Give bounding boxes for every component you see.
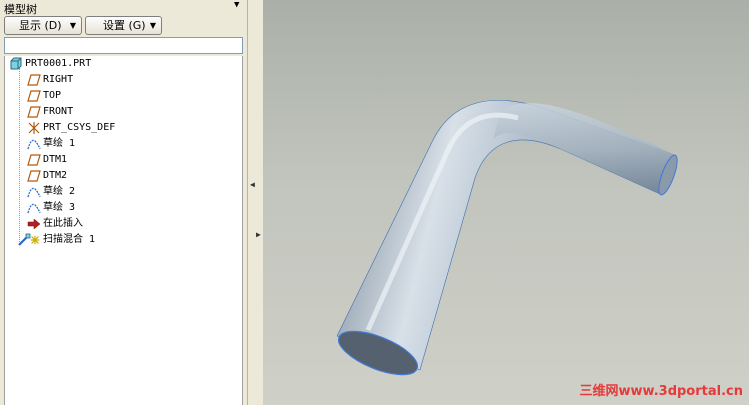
panel-title: 模型树 — [4, 3, 37, 16]
tree-item-label: 扫描混合 1 — [43, 234, 96, 245]
datum-plane-icon — [27, 106, 41, 118]
graphics-viewport[interactable]: 三维网www.3dportal.cn — [263, 0, 749, 405]
tree-item-label: DTM1 — [43, 154, 68, 165]
settings-button-label: 设置 (G) — [103, 19, 146, 32]
sketch-icon — [27, 187, 41, 198]
datum-plane-icon — [27, 90, 41, 102]
settings-menu-button[interactable]: 设置 (G) ▼ — [85, 16, 162, 35]
insert-here-arrow-icon — [27, 218, 41, 230]
panel-header: 模型树 ▼ — [0, 0, 247, 16]
part-icon — [10, 57, 22, 70]
tree-item-label: FRONT — [43, 106, 74, 117]
sketch-icon — [27, 203, 41, 214]
datum-plane-icon — [27, 170, 41, 182]
coordinate-system-icon — [28, 122, 40, 134]
bent-tube-model — [336, 99, 678, 376]
model-tree-panel: 模型树 ▼ 显示 (D) ▼ 设置 (G) ▼ PRT0001.PRT RIGH… — [0, 0, 247, 405]
tree-item-label: TOP — [43, 90, 62, 101]
panel-splitter[interactable]: ◀ ▶ — [247, 0, 263, 405]
display-menu-button[interactable]: 显示 (D) ▼ — [4, 16, 82, 35]
sketch-icon — [27, 139, 41, 150]
tree-item-label: 草绘 1 — [43, 138, 76, 149]
display-button-label: 显示 (D) — [19, 19, 62, 32]
tree-item-label: 草绘 3 — [43, 202, 76, 213]
tree-filter-input[interactable] — [4, 37, 243, 54]
collapse-triangle-icon[interactable]: ▼ — [234, 0, 239, 10]
tree-item-label: RIGHT — [43, 74, 74, 85]
chevron-down-icon: ▼ — [149, 21, 156, 30]
tree-item-label: 在此插入 — [43, 218, 83, 229]
tree-item-label: DTM2 — [43, 170, 68, 181]
model-tree: PRT0001.PRT RIGHT TOP FRONT PRT_CSYS_DEF — [4, 56, 243, 405]
datum-plane-icon — [27, 154, 41, 166]
watermark-text: 三维网www.3dportal.cn — [579, 384, 743, 399]
swept-blend-feature-icon — [30, 235, 40, 245]
expand-right-arrow-icon[interactable]: ▶ — [256, 230, 261, 239]
chevron-down-icon: ▼ — [69, 21, 76, 30]
tree-root-label: PRT0001.PRT — [25, 58, 92, 69]
collapse-left-arrow-icon[interactable]: ◀ — [250, 180, 255, 189]
datum-plane-icon — [27, 74, 41, 86]
tree-item-label: PRT_CSYS_DEF — [43, 122, 116, 133]
tree-connector-line — [19, 68, 20, 244]
tree-item-label: 草绘 2 — [43, 186, 76, 197]
